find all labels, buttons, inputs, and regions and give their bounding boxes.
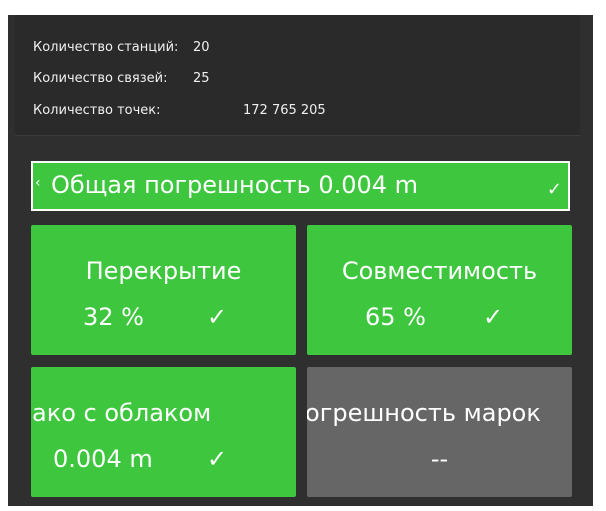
points-count-value: 172 765 205 xyxy=(243,103,326,118)
checkmark-icon: ✓ xyxy=(207,303,228,331)
links-count-value: 25 xyxy=(193,71,210,86)
collapse-caret-icon: ‹ xyxy=(35,175,41,191)
checkmark-icon: ✓ xyxy=(207,445,228,473)
target-error-value: -- xyxy=(430,445,449,473)
overlap-title: Перекрытие xyxy=(85,257,242,285)
compatibility-value: 65 % xyxy=(365,303,426,331)
total-error-label: Общая погрешность 0.004 m xyxy=(51,171,419,199)
cloud-to-cloud-tile[interactable]: Облако с облаком 0.004 m ✓ xyxy=(31,367,296,497)
stations-count-row: Количество станций: 20 xyxy=(33,40,210,55)
links-count-label: Количество связей: xyxy=(33,71,168,86)
target-error-tile[interactable]: Погрешность марок -- xyxy=(307,367,572,497)
total-error-card[interactable]: ‹ Общая погрешность 0.004 m ✓ xyxy=(31,161,570,211)
checkmark-icon: ✓ xyxy=(546,179,562,200)
stations-count-label: Количество станций: xyxy=(33,40,179,55)
compatibility-tile[interactable]: Совместимость 65 % ✓ xyxy=(307,225,572,355)
scan-statistics: Количество станций: 20 Количество связей… xyxy=(15,15,580,136)
links-count-row: Количество связей: 25 xyxy=(33,71,210,86)
compatibility-title: Совместимость xyxy=(341,257,538,285)
cloud-to-cloud-title: Облако с облаком xyxy=(31,399,212,427)
points-count-row: Количество точек: 172 765 205 xyxy=(33,103,326,118)
checkmark-icon: ✓ xyxy=(483,303,504,331)
overlap-tile[interactable]: Перекрытие 32 % ✓ xyxy=(31,225,296,355)
points-count-label: Количество точек: xyxy=(33,103,161,118)
target-error-title: Погрешность марок xyxy=(307,399,541,427)
overlap-value: 32 % xyxy=(83,303,144,331)
stations-count-value: 20 xyxy=(193,40,210,55)
cloud-to-cloud-value: 0.004 m xyxy=(53,445,153,473)
